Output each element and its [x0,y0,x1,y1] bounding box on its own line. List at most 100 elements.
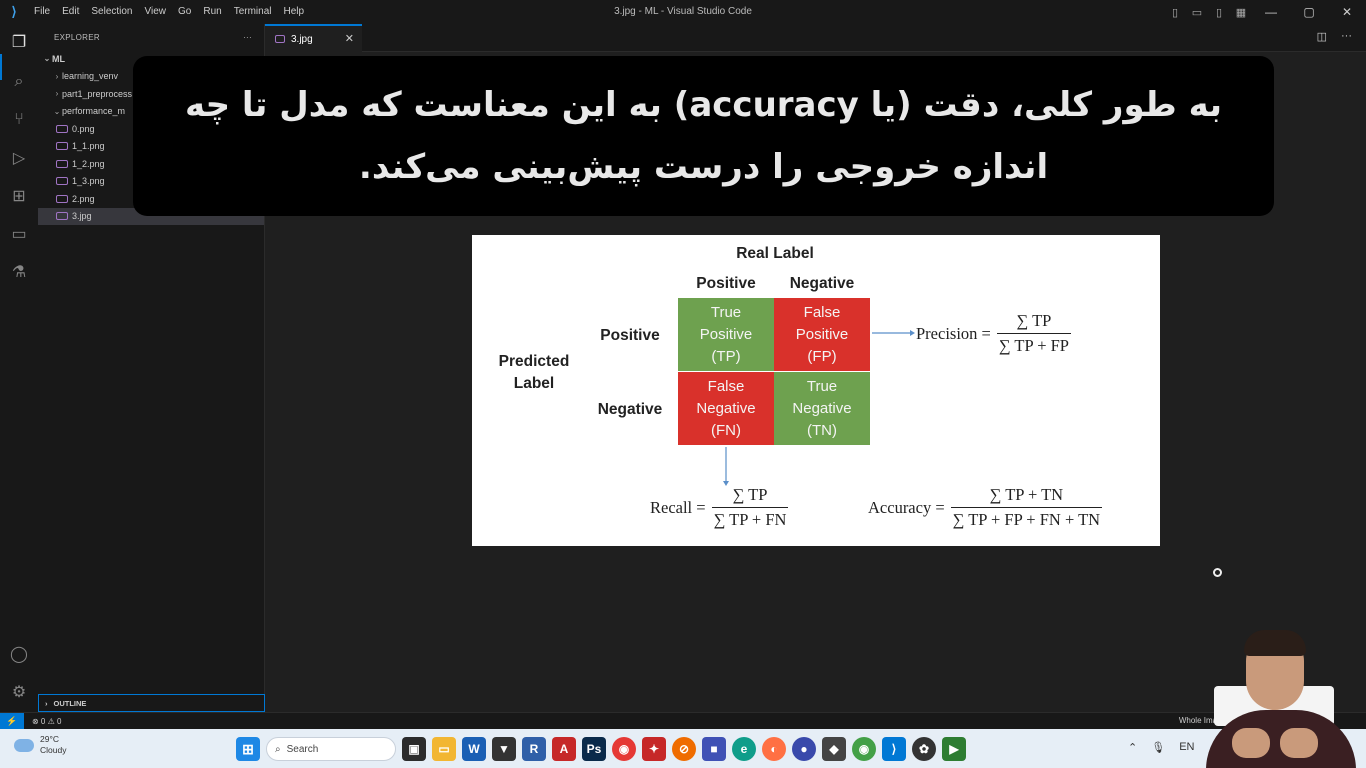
image-file-icon [56,124,68,133]
recall-numerator: ∑ TP [732,485,768,504]
recall-label: Recall = [650,497,706,517]
subtitle-line-2: اندازه خروجی را درست پیش‌بینی می‌کند. [358,147,1049,187]
precision-numerator: ∑ TP [1016,311,1052,330]
image-file-icon [275,35,285,43]
chevron-right-icon: › [55,89,59,99]
accuracy-numerator: ∑ TP + TN [989,485,1064,504]
outline-label: OUTLINE [53,698,87,708]
recall-fraction: ∑ TP ∑ TP + FN [711,485,789,530]
chevron-up-icon[interactable]: ⌃ [1128,741,1137,754]
menu-terminal[interactable]: Terminal [228,0,278,24]
tree-file-label: 3.jpg [72,211,92,222]
cloud-icon [14,738,34,752]
chrome-icon[interactable]: ◉ [612,737,636,761]
menu-view[interactable]: View [139,0,173,24]
chat-app-icon[interactable]: ● [792,737,816,761]
media-app-icon[interactable]: ▶ [942,737,966,761]
search-icon[interactable]: ⌕ [7,70,31,94]
accounts-icon[interactable]: ◯ [7,642,31,666]
chevron-right-icon: › [45,698,48,708]
r-app-icon[interactable]: R [522,737,546,761]
firefox-icon[interactable]: ◐ [762,737,786,761]
toggle-primary-sidebar-icon[interactable]: ▯ [1164,6,1186,19]
toggle-panel-icon[interactable]: ▭ [1186,6,1208,19]
menu-go[interactable]: Go [172,0,197,24]
taskbar-search-label: Search [286,743,319,755]
explorer-more-button[interactable]: ··· [243,33,252,42]
task-view-icon[interactable]: ▣ [402,737,426,761]
precision-fraction: ∑ TP ∑ TP + FP [996,311,1071,356]
remote-indicator-icon[interactable]: ⚡ [0,712,24,730]
chevron-down-icon: ⌄ [53,106,61,116]
tree-folder-label: learning_venv [62,71,119,82]
source-control-icon[interactable]: ⑂ [7,108,31,132]
taskbar-search[interactable]: ⌕ Search [266,737,396,761]
accuracy-formula: Accuracy = ∑ TP + TN ∑ TP + FP + FN + TN [868,485,1103,530]
precision-label: Precision = [916,323,991,343]
menu-file[interactable]: File [28,0,56,24]
tab-3jpg[interactable]: 3.jpg ✕ [265,24,362,52]
recall-denominator: ∑ TP + FN [711,507,789,530]
vscode-logo-icon: ⟩ [11,4,17,19]
extensions-icon[interactable]: ⊞ [7,184,31,208]
precision-arrowhead [910,330,915,336]
edge-icon[interactable]: e [732,737,756,761]
split-editor-icon[interactable]: ◫ [1317,30,1327,43]
menu-bar: File Edit Selection View Go Run Terminal… [28,0,310,24]
subtitle-overlay: به طور کلی، دقت (یا accuracy) به این معن… [133,56,1274,216]
editor-tab-bar: 3.jpg ✕ ◫ ··· [265,24,1366,52]
chrome-profile-icon[interactable]: ◉ [852,737,876,761]
microphone-icon[interactable]: 🎙 [1151,741,1165,754]
minimize-button[interactable]: — [1252,5,1290,19]
tree-file-label: 1_3.png [72,176,105,187]
windows-start-icon[interactable]: ⊞ [236,737,260,761]
tree-file-label: 2.png [72,193,95,204]
image-file-icon [56,212,68,221]
activity-bar: ❐ ⌕ ⑂ ▷ ⊞ ▭ ⚗ ◯ ⚙ [0,24,38,712]
presenter-webcam [1196,618,1366,768]
menu-help[interactable]: Help [278,0,311,24]
menu-selection[interactable]: Selection [85,0,138,24]
language-indicator[interactable]: EN [1179,741,1194,754]
tree-file-label: 0.png [72,123,95,134]
remote-explorer-icon[interactable]: ▭ [7,222,31,246]
status-bar: ⚡ ⊗ 0 ⚠ 0 Whole Image [0,712,1366,730]
file-explorer-icon[interactable]: ▭ [432,737,456,761]
problems-indicator[interactable]: ⊗ 0 ⚠ 0 [32,717,61,726]
presenter-hair [1244,630,1306,656]
app-icon[interactable]: ■ [702,737,726,761]
customize-layout-icon[interactable]: ▦ [1230,6,1252,19]
precision-denominator: ∑ TP + FP [996,333,1071,356]
run-debug-icon[interactable]: ▷ [7,146,31,170]
toggle-secondary-sidebar-icon[interactable]: ▯ [1208,6,1230,19]
app-icon-2[interactable]: ◆ [822,737,846,761]
word-icon[interactable]: W [462,737,486,761]
outline-section[interactable]: › OUTLINE [38,694,265,712]
image-file-icon [56,142,68,151]
presenter-right-hand [1280,728,1318,758]
vscode-taskbar-icon[interactable]: ⟩ [882,737,906,761]
pdf-reader-icon[interactable]: ✦ [642,737,666,761]
more-actions-icon[interactable]: ··· [1341,30,1352,43]
a-app-icon[interactable]: A [552,737,576,761]
tab-close-icon[interactable]: ✕ [345,32,354,45]
menu-edit[interactable]: Edit [56,0,85,24]
menu-run[interactable]: Run [197,0,227,24]
recorder-icon[interactable]: ⊘ [672,737,696,761]
presenter-left-hand [1232,728,1270,758]
tree-file-label: 1_2.png [72,158,105,169]
testing-icon[interactable]: ⚗ [7,260,31,284]
vector-app-icon[interactable]: ▼ [492,737,516,761]
image-file-icon [56,194,68,203]
tree-file-label: 1_1.png [72,141,105,152]
explorer-icon[interactable]: ❐ [7,30,31,54]
tree-folder-label: part1_preprocess [62,88,133,99]
photoshop-icon[interactable]: Ps [582,737,606,761]
app-icon-3[interactable]: ✿ [912,737,936,761]
restore-button[interactable]: ▢ [1290,5,1328,19]
weather-widget[interactable]: 29°C Cloudy [14,734,66,756]
subtitle-line-1: به طور کلی، دقت (یا accuracy) به این معن… [184,85,1223,125]
manage-gear-icon[interactable]: ⚙ [7,680,31,704]
close-button[interactable]: ✕ [1328,5,1366,19]
title-bar: ⟩ File Edit Selection View Go Run Termin… [0,0,1366,24]
